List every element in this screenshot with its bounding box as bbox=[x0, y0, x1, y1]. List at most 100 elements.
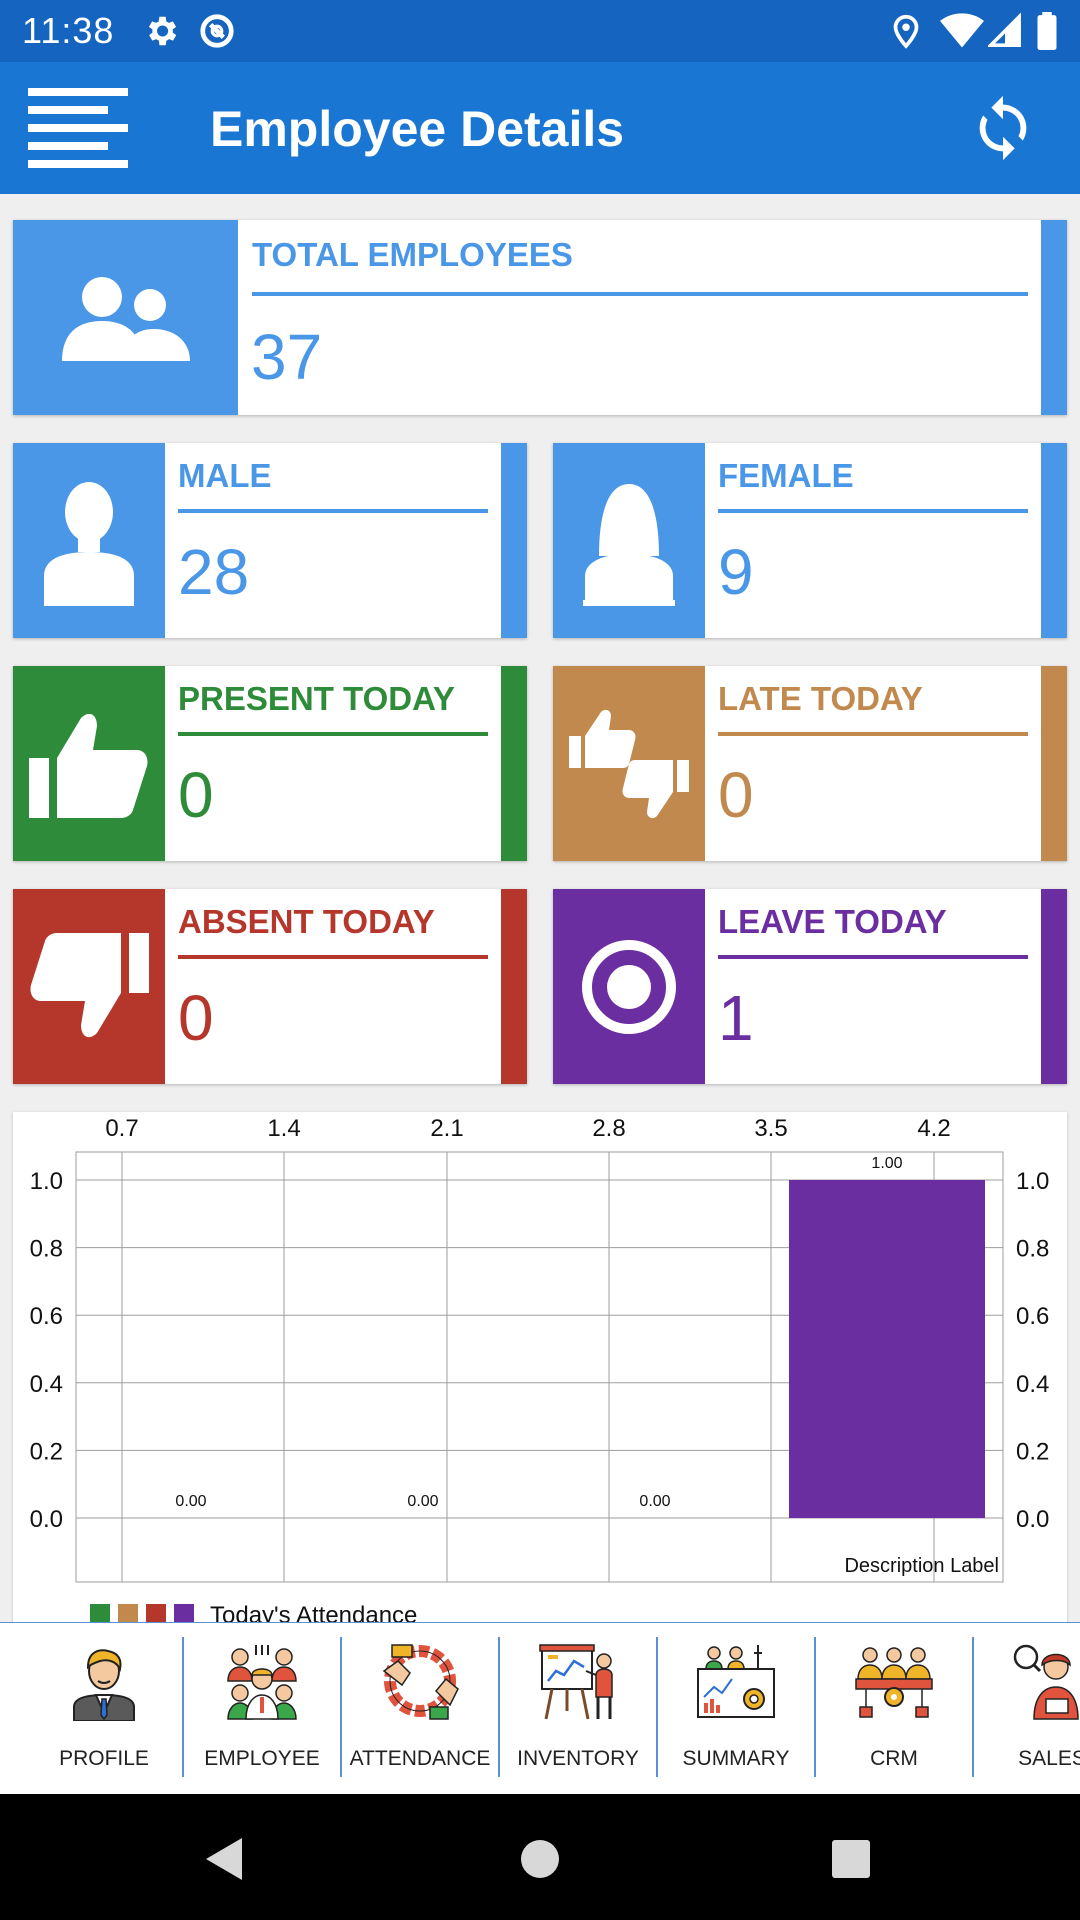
divider bbox=[178, 955, 488, 959]
leave-today-value: 1 bbox=[718, 982, 754, 1054]
accent-stripe bbox=[501, 666, 527, 861]
divider bbox=[718, 955, 1028, 959]
y-tick-label-left: 0.8 bbox=[30, 1236, 63, 1263]
male-icon bbox=[13, 443, 165, 638]
nav-profile[interactable]: PROFILE bbox=[25, 1623, 183, 1795]
present-today-card[interactable]: PRESENT TODAY 0 bbox=[13, 666, 527, 861]
x-tick-label: 4.2 bbox=[917, 1115, 950, 1142]
y-tick-label-left: 1.0 bbox=[30, 1168, 63, 1195]
y-tick-label-right: 0.0 bbox=[1016, 1506, 1049, 1533]
bottom-nav: PROFILE EMPLOYEE ATTENDANCE INVENTORY SU… bbox=[0, 1622, 1080, 1795]
bar-value-label: 0.00 bbox=[175, 1493, 206, 1510]
accent-stripe bbox=[1041, 220, 1067, 415]
divider bbox=[178, 509, 488, 513]
back-icon[interactable] bbox=[202, 1836, 246, 1882]
nav-summary[interactable]: SUMMARY bbox=[657, 1623, 815, 1795]
total-employees-label: TOTAL EMPLOYEES bbox=[252, 236, 573, 273]
attendance-chart-card: 0.7 1.4 2.1 2.8 3.5 4.2 0.0 0.0 0.2 0.2 0.4 0.4 0.6 0… bbox=[13, 1112, 1067, 1622]
x-tick-label: 2.1 bbox=[430, 1115, 463, 1142]
nav-inventory-label: INVENTORY bbox=[517, 1747, 639, 1770]
wifi-icon bbox=[940, 13, 984, 48]
legend-label: Today's Attendance bbox=[210, 1602, 417, 1622]
accent-stripe bbox=[1041, 443, 1067, 638]
nav-sales[interactable]: SALES bbox=[973, 1623, 1080, 1795]
nav-attendance-label: ATTENDANCE bbox=[349, 1747, 491, 1770]
accent-stripe bbox=[1041, 889, 1067, 1084]
y-tick-label-left: 0.0 bbox=[30, 1506, 63, 1533]
nav-inventory[interactable]: INVENTORY bbox=[499, 1623, 657, 1795]
refresh-icon[interactable] bbox=[968, 86, 1038, 170]
female-icon bbox=[553, 443, 705, 638]
total-employees-card[interactable]: TOTAL EMPLOYEES 37 bbox=[13, 220, 1067, 415]
attendance-chart: 0.7 1.4 2.1 2.8 3.5 4.2 0.0 0.0 0.2 0.2 0.4 0.4 0.6 0… bbox=[30, 1115, 1049, 1622]
nav-attendance[interactable]: ATTENDANCE bbox=[341, 1623, 499, 1795]
y-tick-label-left: 0.4 bbox=[30, 1371, 63, 1398]
nav-summary-label: SUMMARY bbox=[682, 1747, 790, 1770]
people-icon bbox=[13, 220, 238, 415]
x-tick-label: 3.5 bbox=[754, 1115, 787, 1142]
signal-icon bbox=[988, 12, 1021, 47]
divider bbox=[718, 732, 1028, 736]
accent-stripe bbox=[501, 443, 527, 638]
male-label: MALE bbox=[178, 457, 272, 494]
accent-stripe bbox=[1041, 666, 1067, 861]
thumbs-up-icon bbox=[13, 666, 165, 861]
nav-employee-label: EMPLOYEE bbox=[204, 1747, 320, 1770]
legend-swatch bbox=[90, 1604, 110, 1622]
nav-profile-label: PROFILE bbox=[59, 1747, 149, 1770]
legend-swatch bbox=[174, 1604, 194, 1622]
legend-swatch bbox=[118, 1604, 138, 1622]
page-title: Employee Details bbox=[210, 101, 625, 157]
female-value: 9 bbox=[718, 536, 754, 608]
profile-icon bbox=[73, 1649, 135, 1721]
absent-today-value: 0 bbox=[178, 982, 214, 1054]
chart-bar bbox=[789, 1180, 985, 1518]
leave-today-label: LEAVE TODAY bbox=[718, 903, 947, 940]
menu-icon[interactable] bbox=[28, 88, 132, 170]
gear-icon bbox=[148, 16, 177, 46]
bar-value-label: 0.00 bbox=[407, 1493, 438, 1510]
absent-today-card[interactable]: ABSENT TODAY 0 bbox=[13, 889, 527, 1084]
divider bbox=[718, 509, 1028, 513]
divider bbox=[178, 732, 488, 736]
female-label: FEMALE bbox=[718, 457, 854, 494]
y-tick-label-left: 0.6 bbox=[30, 1303, 63, 1330]
accent-stripe bbox=[501, 889, 527, 1084]
recents-icon[interactable] bbox=[830, 1838, 872, 1880]
employee-icon bbox=[227, 1645, 297, 1720]
present-today-label: PRESENT TODAY bbox=[178, 680, 455, 717]
y-tick-label-right: 0.2 bbox=[1016, 1438, 1049, 1465]
app-bar: Employee Details bbox=[0, 62, 1080, 194]
present-today-value: 0 bbox=[178, 759, 214, 831]
leave-today-card[interactable]: LEAVE TODAY 1 bbox=[553, 889, 1067, 1084]
status-bar: 11:38 bbox=[0, 0, 1080, 62]
late-today-card[interactable]: LATE TODAY 0 bbox=[553, 666, 1067, 861]
thumbs-down-icon bbox=[13, 889, 165, 1084]
female-card[interactable]: FEMALE 9 bbox=[553, 443, 1067, 638]
y-tick-label-right: 0.8 bbox=[1016, 1236, 1049, 1263]
absent-today-label: ABSENT TODAY bbox=[178, 903, 435, 940]
nav-crm[interactable]: CRM bbox=[815, 1623, 973, 1795]
male-card[interactable]: MALE 28 bbox=[13, 443, 527, 638]
summary-icon bbox=[697, 1645, 775, 1718]
thumbs-mixed-icon bbox=[553, 666, 705, 861]
late-today-value: 0 bbox=[718, 759, 754, 831]
nav-crm-label: CRM bbox=[870, 1747, 918, 1770]
home-icon[interactable] bbox=[519, 1838, 561, 1880]
status-time: 11:38 bbox=[22, 10, 115, 51]
bar-value-label: 0.00 bbox=[639, 1493, 670, 1510]
legend-swatch bbox=[146, 1604, 166, 1622]
nav-sales-label: SALES bbox=[1018, 1747, 1080, 1770]
bar-value-label: 1.00 bbox=[871, 1155, 902, 1172]
x-tick-label: 0.7 bbox=[105, 1115, 138, 1142]
nav-employee[interactable]: EMPLOYEE bbox=[183, 1623, 341, 1795]
battery-icon bbox=[1037, 12, 1057, 50]
y-tick-label-left: 0.2 bbox=[30, 1438, 63, 1465]
dashboard-content: TOTAL EMPLOYEES 37 MALE 28 FEMALE 9 PRES… bbox=[0, 194, 1080, 1622]
x-tick-label: 2.8 bbox=[592, 1115, 625, 1142]
y-tick-label-right: 0.4 bbox=[1016, 1371, 1049, 1398]
late-today-label: LATE TODAY bbox=[718, 680, 923, 717]
system-nav-bar bbox=[0, 1794, 1080, 1920]
location-icon bbox=[893, 14, 919, 49]
total-employees-value: 37 bbox=[251, 321, 323, 393]
